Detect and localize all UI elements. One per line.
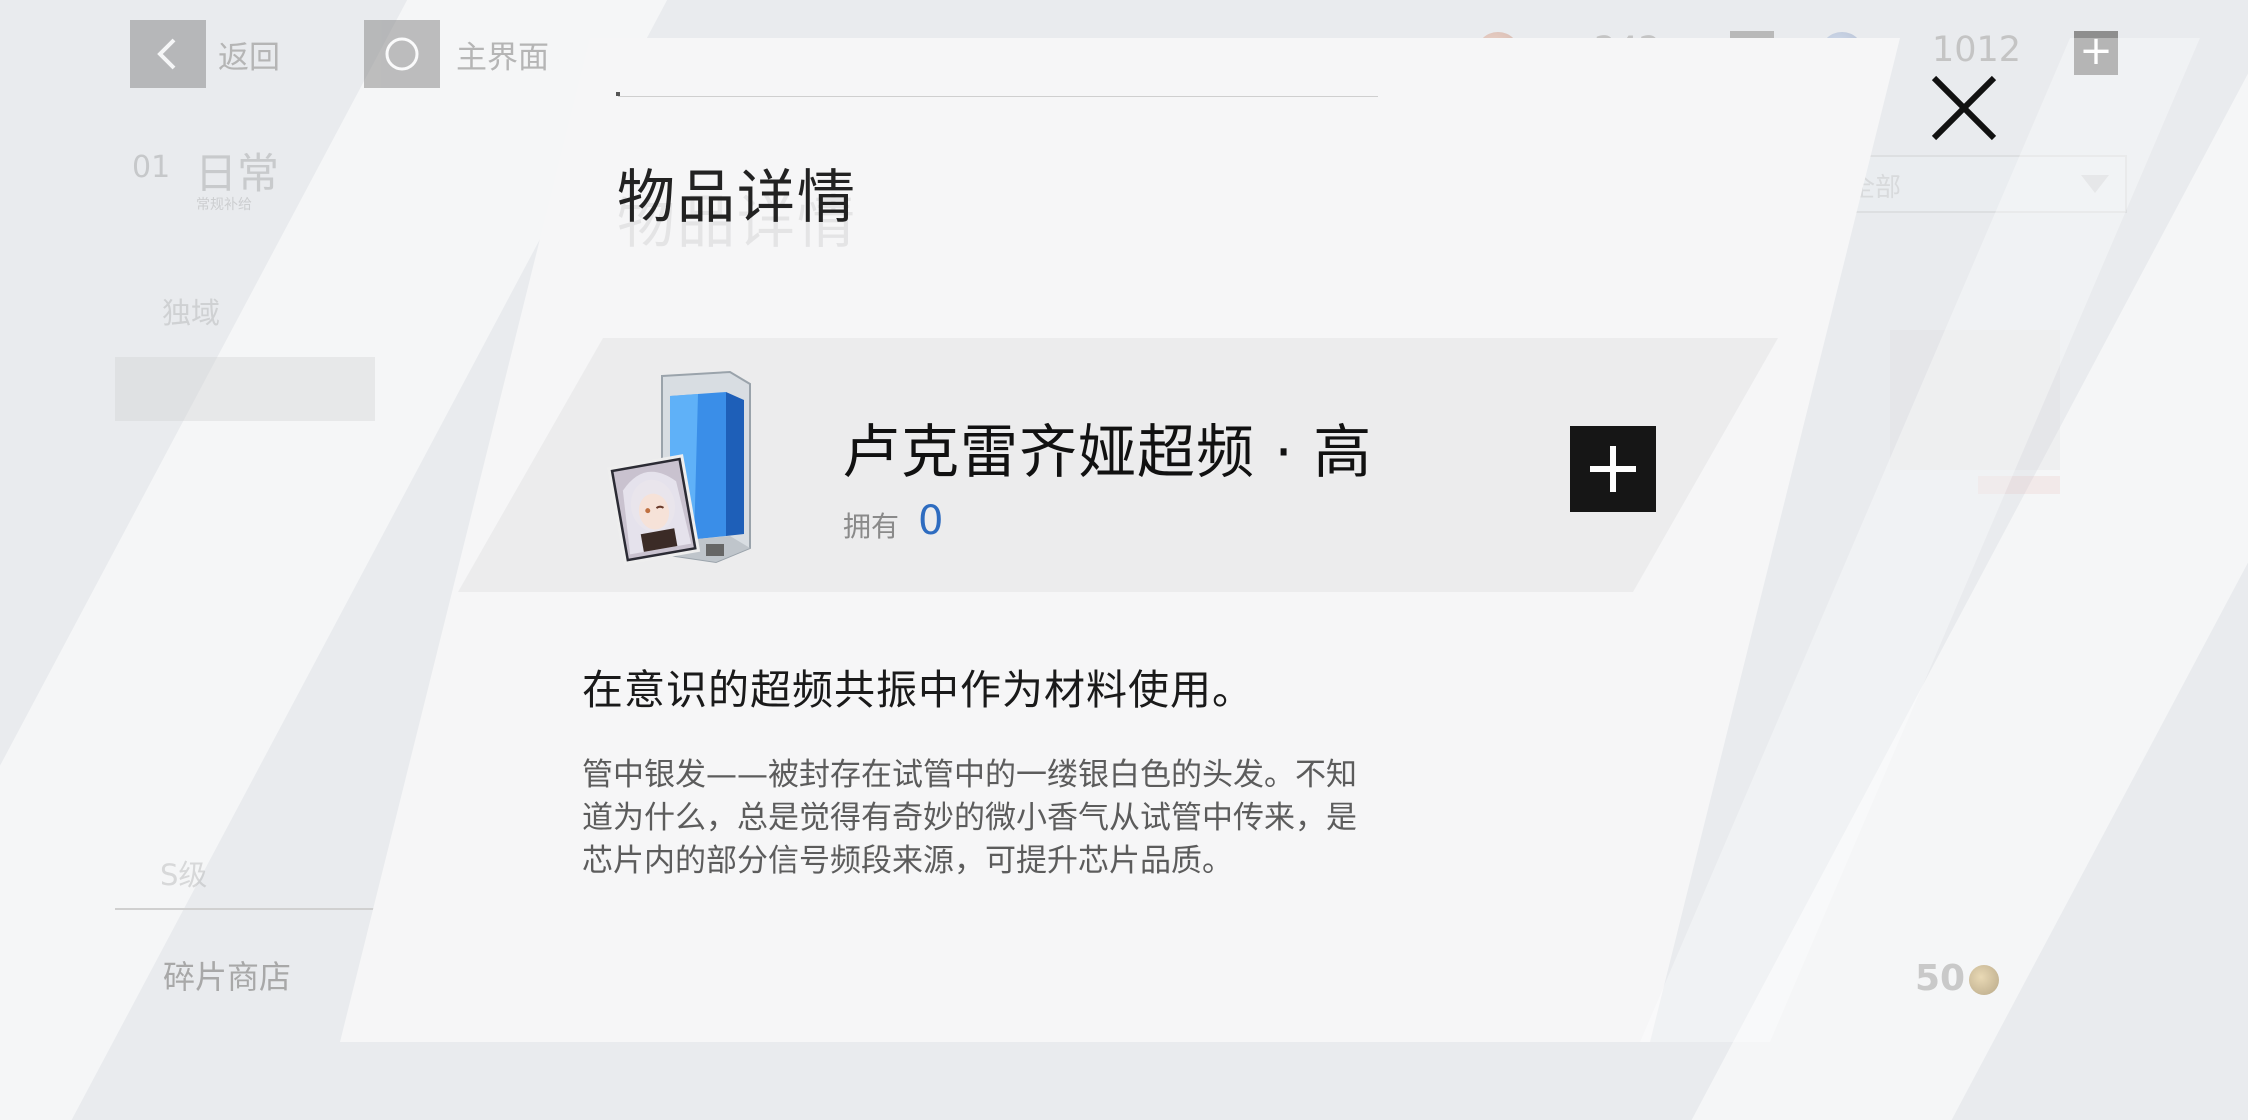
home-label: 主界面	[456, 40, 549, 76]
close-icon	[1931, 75, 1997, 141]
chevron-left-icon	[157, 38, 176, 70]
owned-label: 拥有	[843, 510, 900, 543]
modal-title: 物品详情	[617, 163, 858, 231]
lore-line: 道为什么，总是觉得有奇妙的微小香气从试管中传来，是	[582, 800, 1357, 836]
price-tag: 50	[1915, 958, 2000, 999]
item-name: 卢克雷齐娅超频 · 高	[842, 418, 1373, 486]
owned-count: 0	[918, 498, 944, 544]
decor-line	[618, 96, 1378, 97]
item-icon	[606, 366, 756, 572]
price-value: 50	[1915, 958, 1966, 999]
lore-line: 芯片内的部分信号频段来源，可提升芯片品质。	[582, 843, 1233, 879]
shop-label[interactable]: 碎片商店	[163, 952, 291, 998]
coin-icon	[1969, 965, 2000, 995]
tab-index: 01	[132, 150, 171, 185]
back-label: 返回	[218, 40, 280, 76]
item-usage-description: 在意识的超频共振中作为材料使用。	[582, 666, 1254, 714]
tab-daily[interactable]: 日常	[195, 140, 279, 201]
currency2-value: 1012	[1932, 30, 2022, 70]
sidebar-item: S级	[160, 858, 208, 892]
lore-line: 管中银发——被封存在试管中的一缕银白色的头发。不知	[582, 757, 1357, 793]
circle-icon	[385, 37, 419, 71]
close-button[interactable]	[1924, 68, 2004, 148]
item-lore: 管中银发——被封存在试管中的一缕银白色的头发。不知 道为什么，总是觉得有奇妙的微…	[582, 754, 1482, 883]
tab-daily-sub: 常规补给	[196, 197, 252, 213]
home-button[interactable]	[364, 20, 440, 88]
back-button[interactable]	[130, 20, 206, 88]
sidebar-item[interactable]: 独域	[162, 290, 220, 332]
sidebar-item-active[interactable]	[115, 357, 375, 421]
add-item-button[interactable]	[1570, 426, 1656, 512]
